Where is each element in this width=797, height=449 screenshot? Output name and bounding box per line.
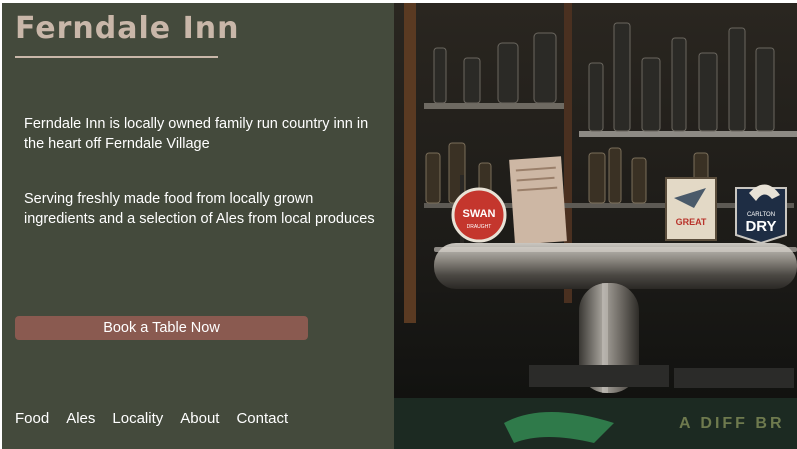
left-panel: Ferndale Inn Ferndale Inn is locally own… [2, 3, 394, 449]
title-underline [15, 56, 218, 58]
hero-photo-bar-taps: SWAN DRAUGHT GREAT CARLTON DRY A DIFF BR [394, 3, 797, 449]
nav-item-ales[interactable]: Ales [66, 410, 95, 427]
intro-paragraph-1: Ferndale Inn is locally owned family run… [24, 116, 369, 152]
bar-mat: A DIFF BR [394, 398, 797, 449]
carlton-dry-tap-badge: CARLTON DRY [735, 184, 787, 245]
wood-post-left [404, 3, 416, 323]
tasting-card [509, 156, 567, 245]
great-tap-badge: GREAT [665, 177, 717, 241]
swan-label: SWAN [463, 208, 496, 220]
swan-sub-label: DRAUGHT [467, 224, 492, 230]
great-label: GREAT [676, 217, 707, 227]
book-table-button[interactable]: Book a Table Now [15, 316, 308, 340]
nav-item-about[interactable]: About [180, 410, 219, 427]
drip-tray [529, 365, 669, 387]
bar-tap-illustration: SWAN DRAUGHT GREAT CARLTON DRY A DIFF BR [394, 3, 797, 449]
drip-tray [674, 368, 794, 388]
site-title[interactable]: Ferndale Inn [15, 11, 239, 46]
nav-item-locality[interactable]: Locality [112, 410, 163, 427]
footer-nav: Food Ales Locality About Contact [15, 410, 288, 427]
shelf [579, 131, 797, 137]
nav-item-contact[interactable]: Contact [236, 410, 288, 427]
mat-text: A DIFF BR [679, 415, 785, 432]
shelf [424, 103, 564, 109]
nav-item-food[interactable]: Food [15, 410, 49, 427]
intro-paragraph-2: Serving freshly made food from locally g… [24, 191, 375, 227]
dry-label: DRY [745, 218, 776, 235]
page: Ferndale Inn Ferndale Inn is locally own… [2, 3, 797, 449]
